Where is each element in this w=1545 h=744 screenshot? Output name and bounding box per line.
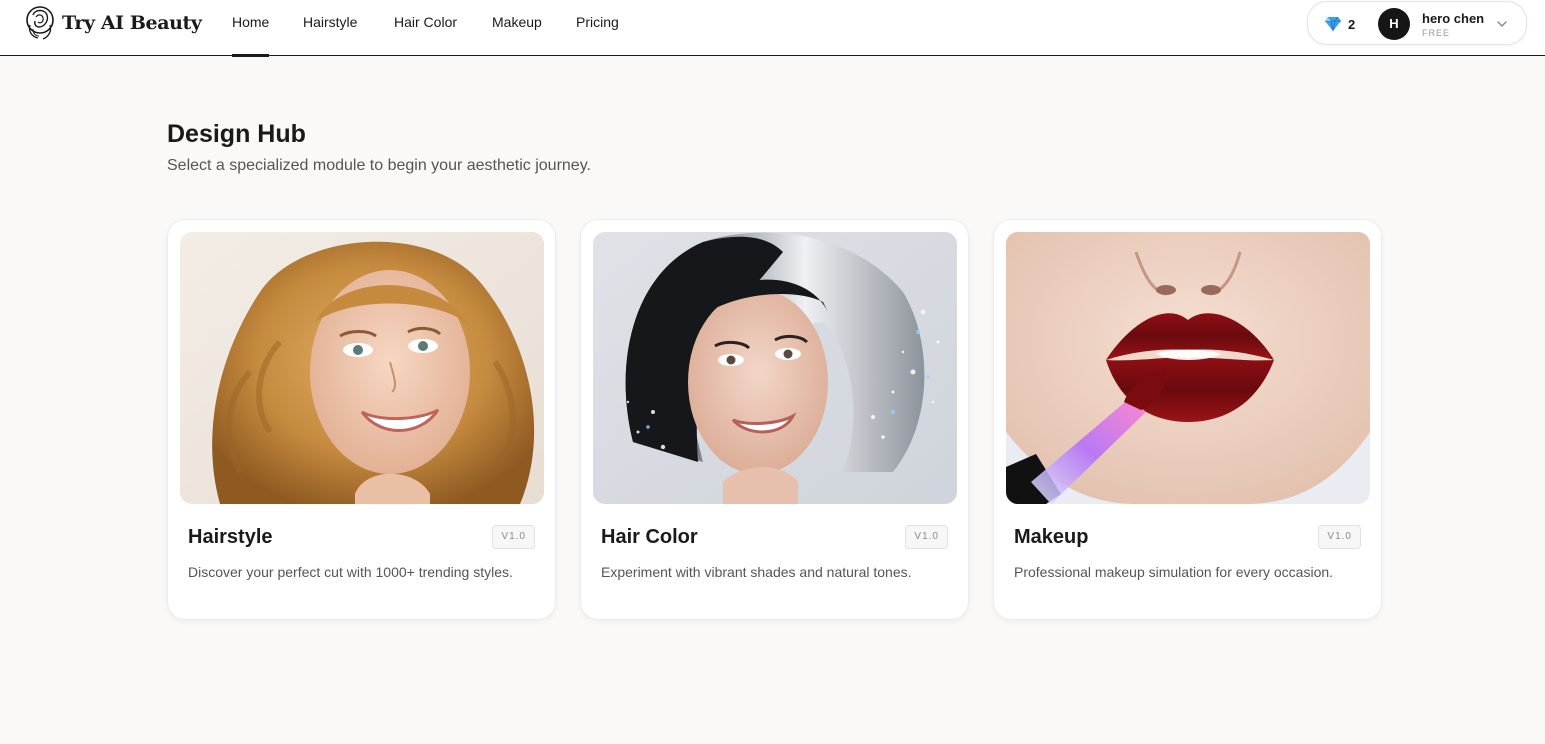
card-description: Professional makeup simulation for every… <box>1014 564 1334 580</box>
card-title: Hair Color <box>601 526 698 548</box>
avatar[interactable]: H <box>1378 8 1410 40</box>
module-card-makeup[interactable]: Makeup V1.0 Professional makeup simulati… <box>993 219 1382 620</box>
version-badge: V1.0 <box>492 525 535 549</box>
card-title: Makeup <box>1014 526 1089 548</box>
nav-item-makeup[interactable]: Makeup <box>492 0 542 56</box>
page-title: Design Hub <box>167 120 306 148</box>
page-subtitle: Select a specialized module to begin you… <box>167 157 591 174</box>
credits-counter[interactable]: 2 <box>1324 15 1355 33</box>
user-name: hero chen <box>1422 11 1485 26</box>
credits-count: 2 <box>1348 16 1356 32</box>
nav-item-hairstyle[interactable]: Hairstyle <box>303 0 357 56</box>
brand-logo[interactable]: Try AI Beauty <box>24 5 202 41</box>
makeup-preview-image <box>1006 232 1370 504</box>
card-title: Hairstyle <box>188 526 273 548</box>
module-card-hairstyle[interactable]: Hairstyle V1.0 Discover your perfect cut… <box>167 219 556 620</box>
hair-color-preview-image <box>593 232 957 504</box>
user-menu[interactable]: 2 H hero chen FREE <box>1307 1 1527 45</box>
woman-profile-logo-icon <box>26 6 54 40</box>
nav-item-hair-color[interactable]: Hair Color <box>394 0 457 56</box>
card-description: Discover your perfect cut with 1000+ tre… <box>188 564 513 580</box>
user-plan-badge: FREE <box>1422 28 1451 38</box>
chevron-down-icon[interactable] <box>1496 18 1508 30</box>
module-card-hair-color[interactable]: Hair Color V1.0 Experiment with vibrant … <box>580 219 969 620</box>
version-badge: V1.0 <box>1318 525 1361 549</box>
gem-icon <box>1325 16 1341 32</box>
card-description: Experiment with vibrant shades and natur… <box>601 564 912 580</box>
hairstyle-preview-image <box>180 232 544 504</box>
nav-item-pricing[interactable]: Pricing <box>576 0 619 56</box>
brand-name: Try AI Beauty <box>62 12 202 34</box>
nav-item-home[interactable]: Home <box>232 0 270 57</box>
top-navigation-bar: Try AI Beauty Home Hairstyle Hair Color … <box>0 0 1545 57</box>
version-badge: V1.0 <box>905 525 948 549</box>
